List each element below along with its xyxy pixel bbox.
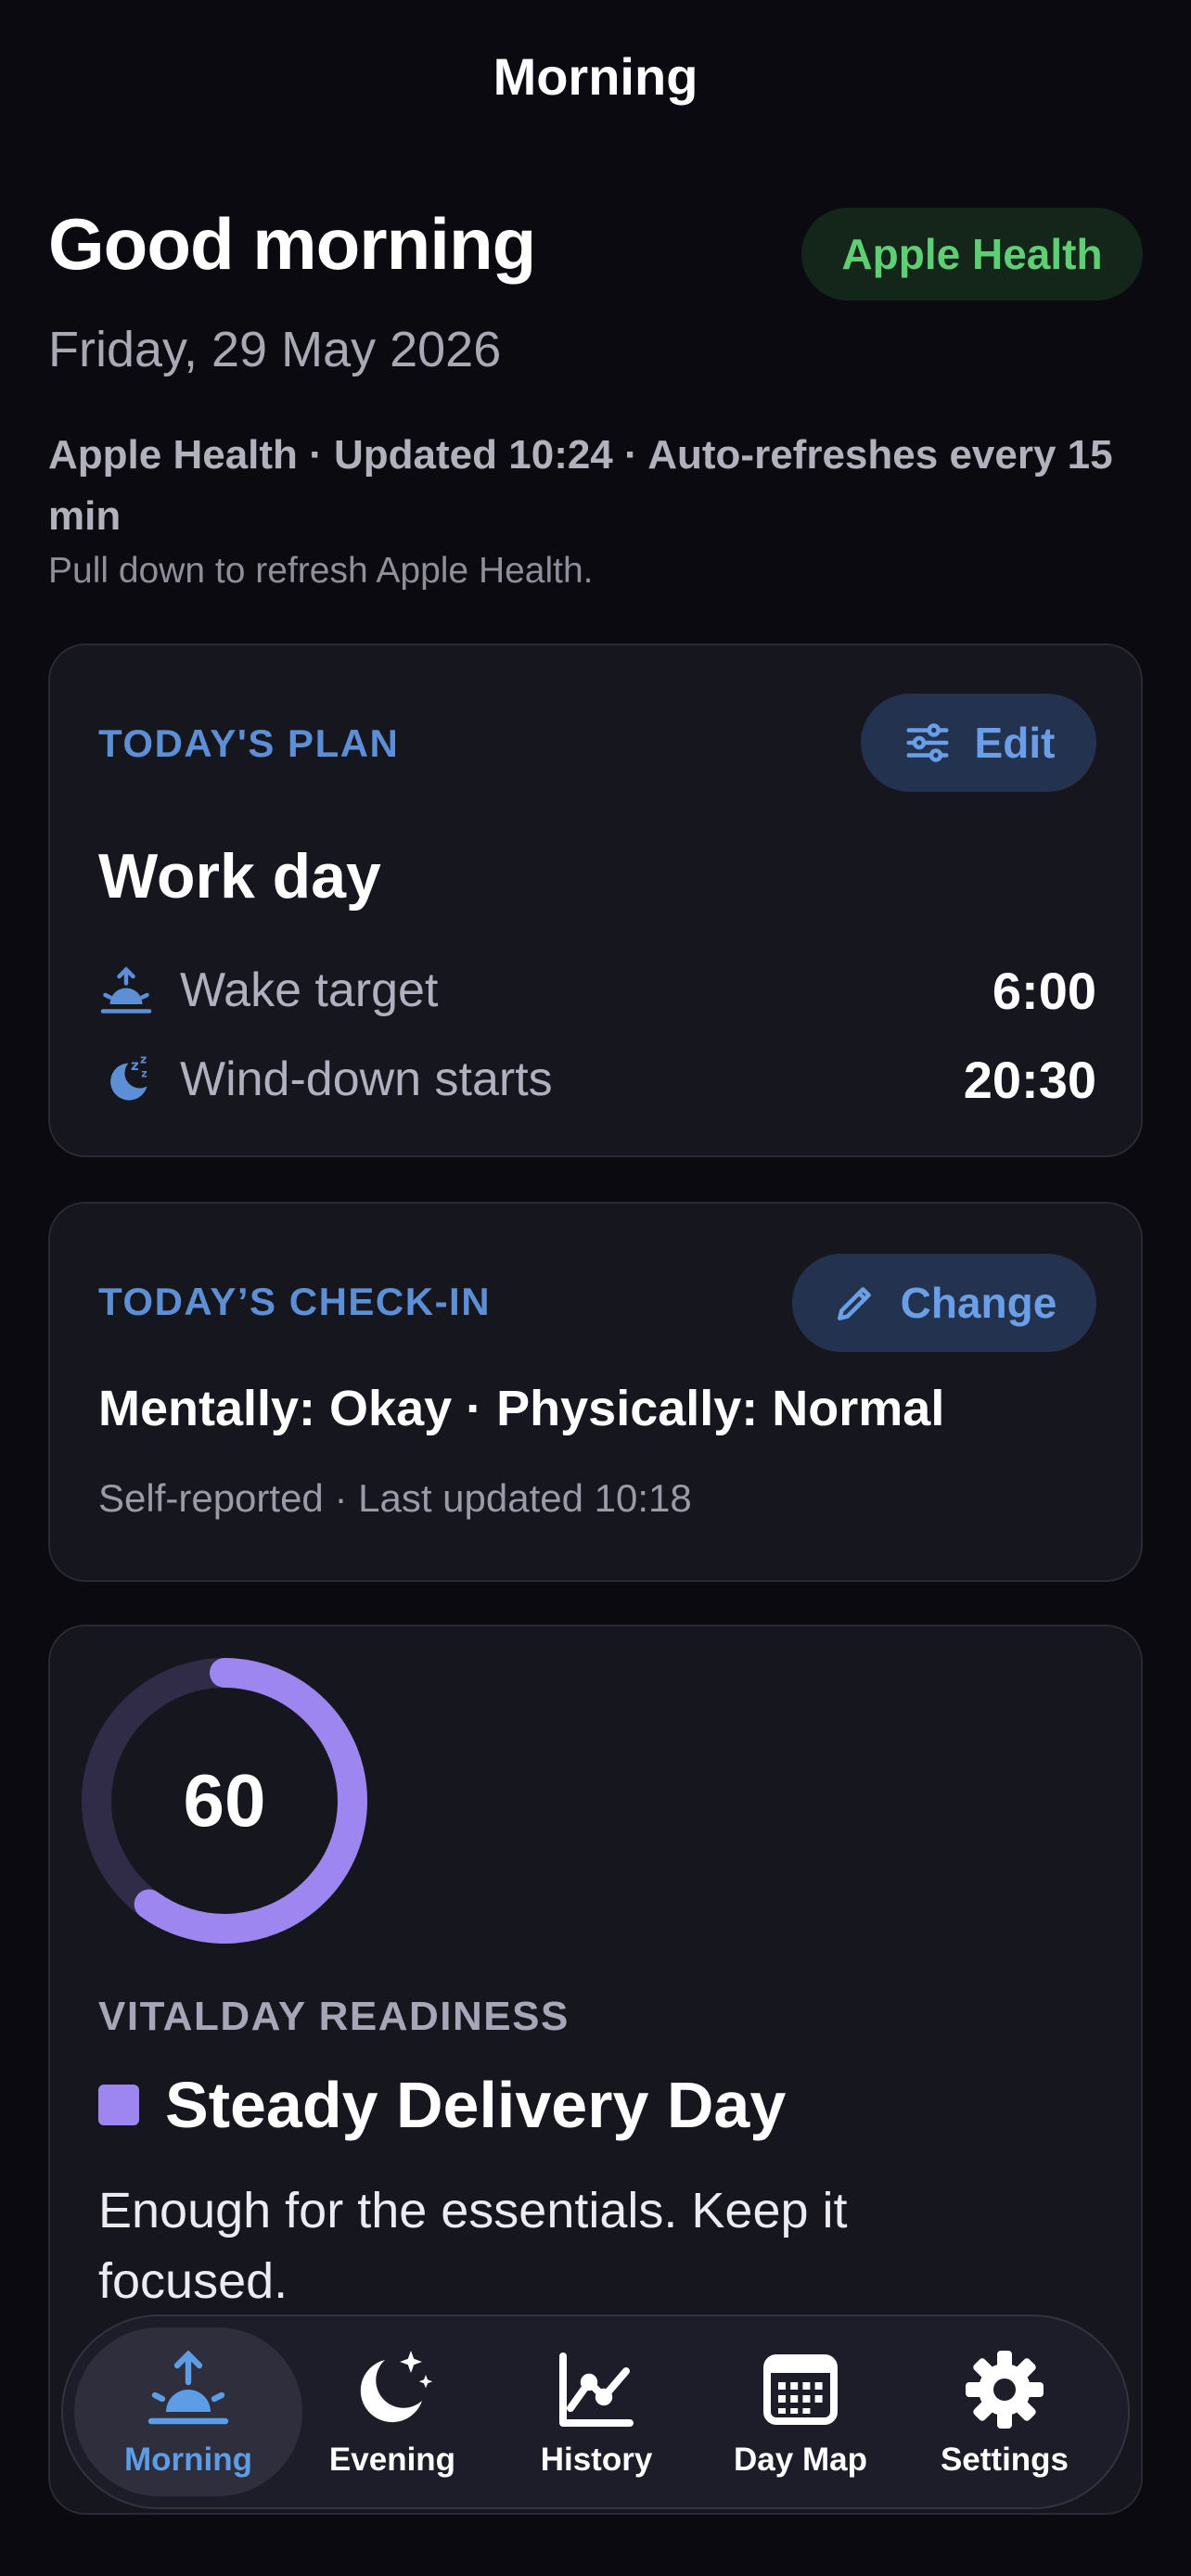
tab-bar: Morning Evening History Day Map Settings xyxy=(61,2315,1130,2509)
sync-status: Apple Health · Updated 10:24 · Auto-refr… xyxy=(48,432,1113,539)
wind-down-row: z z z Wind-down starts 20:30 xyxy=(98,1044,1096,1115)
edit-plan-button[interactable]: Edit xyxy=(861,694,1096,792)
checkin-summary: Mentally: Okay · Physically: Normal xyxy=(98,1381,945,1436)
edit-plan-label: Edit xyxy=(974,719,1056,767)
tab-settings-label: Settings xyxy=(940,2442,1069,2478)
gear-icon xyxy=(966,2351,1044,2429)
calendar-grid-icon xyxy=(763,2354,838,2425)
tab-day-map[interactable]: Day Map xyxy=(686,2327,915,2496)
wind-down-value: 20:30 xyxy=(963,1050,1096,1109)
readiness-swatch xyxy=(98,2085,139,2125)
tab-day-map-label: Day Map xyxy=(734,2442,867,2478)
sunrise-icon xyxy=(100,966,152,1014)
moon-stars-icon xyxy=(360,2351,433,2423)
change-checkin-button[interactable]: Change xyxy=(792,1254,1096,1352)
chart-icon xyxy=(559,2353,634,2427)
pencil-icon xyxy=(837,1287,871,1320)
change-checkin-label: Change xyxy=(900,1279,1057,1327)
readiness-description: Enough for the essentials. Keep it focus… xyxy=(98,2183,848,2309)
wind-down-label: Wind-down starts xyxy=(180,1052,553,1106)
readiness-label: VITALDAY READINESS xyxy=(98,1994,570,2039)
todays-checkin-card: TODAY’S CHECK-IN Change Mentally: Okay ·… xyxy=(48,1202,1143,1582)
sunrise-icon xyxy=(147,2350,229,2425)
greeting-heading: Good morning xyxy=(48,203,536,285)
wake-target-row: Wake target 6:00 xyxy=(98,955,1096,1026)
tab-settings[interactable]: Settings xyxy=(890,2327,1119,2496)
checkin-section-label: TODAY’S CHECK-IN xyxy=(98,1280,492,1323)
tab-evening[interactable]: Evening xyxy=(278,2327,506,2496)
plan-section-label: TODAY'S PLAN xyxy=(98,721,400,765)
tab-morning-label: Morning xyxy=(123,2442,253,2478)
tab-morning[interactable]: Morning xyxy=(74,2327,302,2496)
wake-target-value: 6:00 xyxy=(992,961,1096,1020)
svg-text:z: z xyxy=(131,1057,139,1074)
morning-screen: Morning Good morning Apple Health Friday… xyxy=(0,0,1191,2576)
todays-plan-card: TODAY'S PLAN Edit Work day Wake target 6… xyxy=(48,644,1143,1157)
date-label: Friday, 29 May 2026 xyxy=(48,322,502,377)
readiness-title: Steady Delivery Day xyxy=(165,2069,787,2141)
refresh-hint: Pull down to refresh Apple Health. xyxy=(48,551,594,591)
sliders-icon xyxy=(906,723,949,762)
wake-target-label: Wake target xyxy=(180,963,439,1017)
apple-health-badge[interactable]: Apple Health xyxy=(801,208,1143,300)
readiness-score: 60 xyxy=(183,1759,266,1842)
tab-evening-label: Evening xyxy=(328,2442,456,2478)
moon-sleep-icon: z z z xyxy=(110,1052,147,1101)
svg-text:z: z xyxy=(140,1052,147,1066)
tab-history[interactable]: History xyxy=(482,2327,711,2496)
plan-title: Work day xyxy=(98,841,381,912)
checkin-meta: Self-reported · Last updated 10:18 xyxy=(98,1476,692,1520)
tab-history-label: History xyxy=(540,2442,653,2478)
readiness-title-row: Steady Delivery Day xyxy=(98,2059,786,2151)
svg-text:z: z xyxy=(141,1068,147,1080)
page-title: Morning xyxy=(493,47,698,106)
